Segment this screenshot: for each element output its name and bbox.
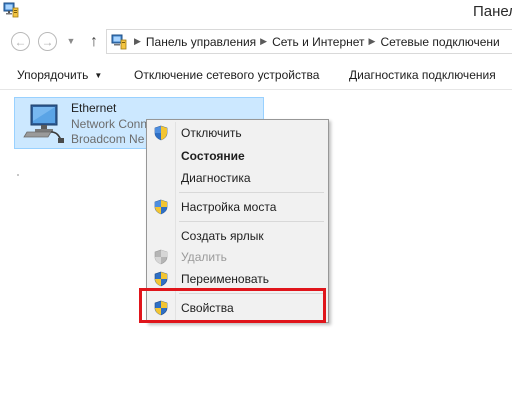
breadcrumb-network-connections[interactable]: Сетевые подключени bbox=[380, 35, 499, 49]
menu-item-bridge[interactable]: Настройка моста bbox=[149, 196, 326, 218]
menu-item-delete[interactable]: Удалить bbox=[149, 246, 326, 268]
empty-area-marker bbox=[17, 174, 19, 176]
breadcrumb-separator-icon[interactable]: ▶ bbox=[369, 36, 376, 47]
menu-separator bbox=[179, 221, 324, 222]
network-adapter-icon bbox=[23, 104, 64, 143]
menu-item-status[interactable]: Состояние bbox=[149, 145, 326, 167]
chevron-down-icon: ▼ bbox=[66, 36, 76, 46]
connection-name: Ethernet bbox=[71, 101, 117, 115]
breadcrumb-separator-icon[interactable]: ▶ bbox=[260, 36, 267, 47]
diagnose-connection-button[interactable]: Диагностика подключения bbox=[349, 68, 496, 82]
menu-item-label: Отключить bbox=[181, 126, 242, 140]
organize-label: Упорядочить bbox=[17, 68, 89, 82]
address-row: ← → ▼ ↑ ▶ Панель управления ▶ Сеть и Инт… bbox=[0, 27, 512, 57]
title-bar: Панел bbox=[0, 0, 512, 25]
uac-shield-icon bbox=[154, 199, 168, 215]
connection-adapter: Broadcom Ne bbox=[71, 132, 145, 146]
menu-item-label: Удалить bbox=[181, 250, 227, 264]
up-button[interactable]: ↑ bbox=[87, 32, 101, 52]
address-bar[interactable]: ▶ Панель управления ▶ Сеть и Интернет ▶ … bbox=[106, 29, 512, 54]
network-connections-icon bbox=[3, 2, 19, 18]
menu-item-diagnose[interactable]: Диагностика bbox=[149, 167, 326, 189]
organize-button[interactable]: Упорядочить ▼ bbox=[17, 68, 102, 82]
dropdown-caret-icon: ▼ bbox=[94, 71, 103, 80]
uac-shield-icon bbox=[154, 271, 168, 287]
properties-highlight-box bbox=[139, 288, 326, 323]
arrow-right-icon: → bbox=[41, 34, 54, 49]
window-title: Панел bbox=[473, 3, 512, 20]
breadcrumb-network-internet[interactable]: Сеть и Интернет bbox=[272, 35, 364, 49]
menu-item-label: Создать ярлык bbox=[181, 229, 264, 243]
menu-item-label: Настройка моста bbox=[181, 200, 277, 214]
connection-status: Network Conn bbox=[71, 117, 148, 131]
arrow-up-icon: ↑ bbox=[90, 33, 98, 50]
uac-shield-icon bbox=[154, 249, 168, 265]
breadcrumb-separator-icon[interactable]: ▶ bbox=[134, 36, 141, 47]
forward-button[interactable]: → bbox=[38, 32, 57, 51]
menu-item-label: Состояние bbox=[181, 149, 245, 163]
uac-shield-icon bbox=[154, 125, 168, 141]
menu-item-disable[interactable]: Отключить bbox=[149, 122, 326, 144]
back-button[interactable]: ← bbox=[11, 32, 30, 51]
menu-item-rename[interactable]: Переименовать bbox=[149, 268, 326, 290]
menu-item-create-shortcut[interactable]: Создать ярлык bbox=[149, 225, 326, 247]
menu-separator bbox=[179, 192, 324, 193]
control-panel-icon bbox=[111, 34, 127, 49]
arrow-left-icon: ← bbox=[14, 34, 27, 49]
disable-device-button[interactable]: Отключение сетевого устройства bbox=[134, 68, 319, 82]
menu-item-label: Переименовать bbox=[181, 272, 269, 286]
menu-item-label: Диагностика bbox=[181, 171, 251, 185]
recent-locations-button[interactable]: ▼ bbox=[65, 35, 77, 47]
command-bar: Упорядочить ▼ Отключение сетевого устройс… bbox=[0, 60, 512, 90]
breadcrumb-control-panel[interactable]: Панель управления bbox=[146, 35, 256, 49]
